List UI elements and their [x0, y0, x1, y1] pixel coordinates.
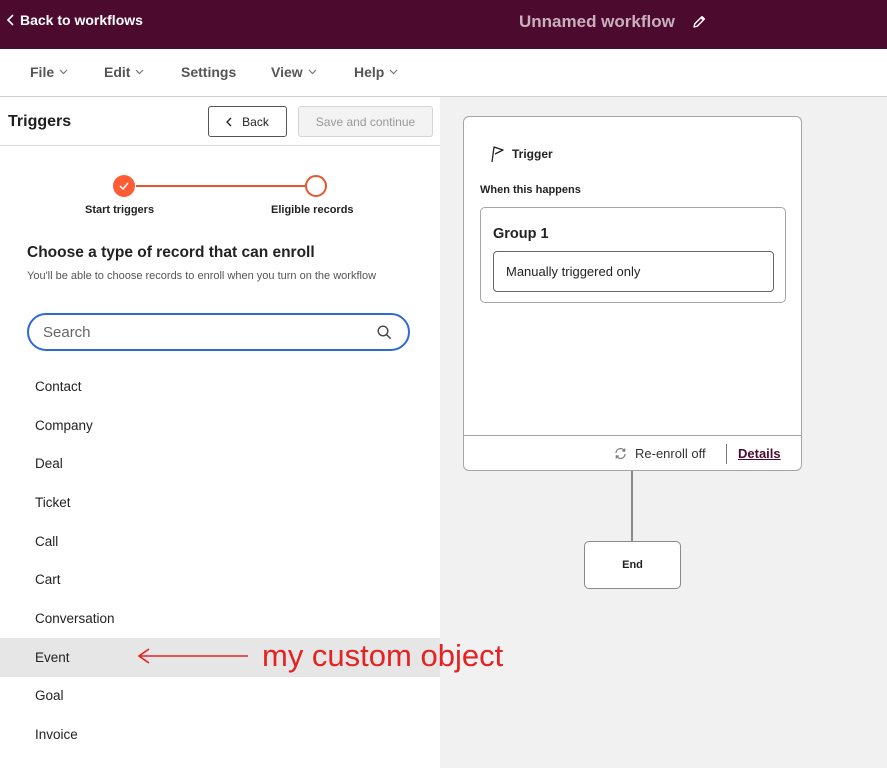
trigger-card-footer: Re-enroll off Details — [464, 435, 801, 470]
trigger-header: Trigger — [488, 145, 553, 163]
section-title: Choose a type of record that can enroll — [27, 244, 315, 261]
list-item-conversation[interactable]: Conversation — [0, 599, 440, 638]
step-complete-dot — [113, 175, 135, 197]
menu-edit[interactable]: Edit — [104, 64, 144, 80]
menu-help-label: Help — [354, 64, 385, 80]
trigger-criteria[interactable]: Manually triggered only — [493, 251, 774, 292]
when-this-happens-label: When this happens — [480, 184, 581, 196]
chevron-left-icon — [6, 14, 14, 26]
section-description: You'll be able to choose records to enro… — [27, 270, 377, 282]
trigger-card[interactable]: Trigger When this happens Group 1 Manual… — [463, 116, 802, 471]
flag-icon — [491, 146, 504, 163]
back-button[interactable]: Back — [208, 106, 287, 137]
stepper-line — [136, 185, 306, 187]
menu-view-label: View — [271, 64, 303, 80]
workflow-title-text: Unnamed workflow — [519, 12, 675, 31]
top-bar: Back to workflows Unnamed workflow — [0, 0, 887, 49]
workflow-title[interactable]: Unnamed workflow — [519, 12, 707, 32]
annotation-arrow — [137, 648, 248, 664]
chevron-down-icon — [59, 69, 68, 75]
list-item-call[interactable]: Call — [0, 522, 440, 561]
chevron-down-icon — [389, 69, 398, 75]
chevron-down-icon — [136, 69, 144, 75]
menu-settings-label: Settings — [181, 64, 237, 80]
step-current-dot — [305, 175, 327, 197]
trigger-group[interactable]: Group 1 Manually triggered only — [480, 207, 786, 303]
search-input[interactable] — [43, 322, 363, 342]
save-and-continue-button[interactable]: Save and continue — [298, 106, 433, 137]
search-box[interactable] — [27, 313, 410, 351]
menu-bar: File Edit Settings View Help — [0, 49, 887, 97]
list-item-cart[interactable]: Cart — [0, 560, 440, 599]
record-type-list: Contact Company Deal Ticket Call Cart Co… — [0, 367, 440, 754]
menu-help[interactable]: Help — [354, 64, 398, 80]
panel-header: Triggers Back Save and continue — [0, 97, 440, 146]
menu-edit-label: Edit — [104, 64, 131, 80]
pencil-icon[interactable] — [691, 14, 707, 30]
annotation-text: my custom object — [262, 638, 504, 673]
footer-divider — [726, 444, 727, 464]
chevron-left-icon — [226, 117, 232, 126]
workflow-connector — [631, 471, 633, 542]
end-node[interactable]: End — [584, 541, 681, 589]
search-icon[interactable] — [377, 325, 392, 340]
step-label-eligible-records: Eligible records — [271, 204, 354, 216]
group-title: Group 1 — [493, 226, 549, 242]
trigger-label: Trigger — [512, 147, 553, 161]
list-item-goal[interactable]: Goal — [0, 677, 440, 716]
re-enroll-toggle[interactable]: Re-enroll off — [614, 446, 706, 461]
list-item-deal[interactable]: Deal — [0, 444, 440, 483]
checkmark-icon — [119, 182, 129, 190]
refresh-icon — [615, 447, 626, 460]
list-item-invoice[interactable]: Invoice — [0, 715, 440, 754]
step-label-start-triggers: Start triggers — [85, 204, 155, 216]
list-item-ticket[interactable]: Ticket — [0, 483, 440, 522]
re-enroll-label: Re-enroll off — [635, 446, 706, 461]
menu-view[interactable]: View — [271, 64, 317, 80]
list-item-company[interactable]: Company — [0, 406, 440, 445]
menu-file-label: File — [30, 64, 55, 80]
chevron-down-icon — [308, 69, 317, 75]
panel-title: Triggers — [8, 113, 72, 130]
menu-file[interactable]: File — [30, 64, 68, 80]
back-to-workflows-link[interactable]: Back to workflows — [6, 12, 143, 28]
menu-settings[interactable]: Settings — [181, 64, 236, 80]
back-button-label: Back — [242, 114, 269, 129]
list-item-contact[interactable]: Contact — [0, 367, 440, 406]
back-to-workflows-label: Back to workflows — [20, 12, 143, 28]
details-link[interactable]: Details — [738, 446, 781, 461]
